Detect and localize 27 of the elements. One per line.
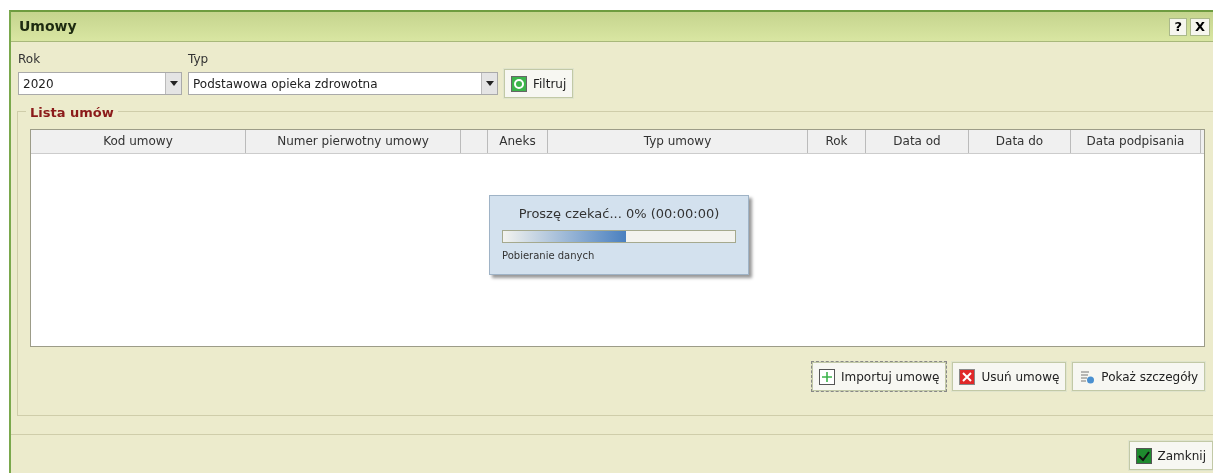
progress-caption: Pobieranie danych <box>502 248 596 263</box>
filter-button[interactable]: Filtruj <box>504 69 574 98</box>
action-button[interactable]: Importuj umowę <box>812 362 947 391</box>
close-button[interactable]: X <box>1189 17 1210 36</box>
window-title: Umowy <box>19 17 78 36</box>
column-header[interactable]: Numer pierwotny umowy <box>246 130 461 153</box>
year-label: Rok <box>18 51 42 68</box>
column-header[interactable]: Data do <box>969 130 1071 153</box>
refresh-icon <box>511 75 527 92</box>
help-button[interactable]: ? <box>1169 17 1187 36</box>
type-label: Typ <box>188 51 210 68</box>
delete-icon <box>959 368 976 385</box>
year-dropdown[interactable]: 2020 <box>18 72 182 95</box>
column-header[interactable]: Data od <box>866 130 969 153</box>
type-dropdown[interactable]: Podstawowa opieka zdrowotna <box>188 72 498 95</box>
progress-message: Proszę czekać... 0% (00:00:00) <box>517 205 721 223</box>
checkmark-icon <box>1135 447 1152 464</box>
column-header[interactable]: Aneks <box>488 130 548 153</box>
close-dialog-button[interactable]: Zamknij <box>1128 441 1213 470</box>
document-icon <box>1079 368 1096 385</box>
column-header[interactable]: Kod umowy <box>31 130 246 153</box>
column-header[interactable]: Data podpisania <box>1071 130 1201 153</box>
action-button[interactable]: Pokaż szczegóły <box>1072 362 1205 391</box>
column-header[interactable]: Rok <box>808 130 866 153</box>
plus-icon <box>819 368 835 385</box>
action-button[interactable]: Usuń umowę <box>952 362 1067 391</box>
column-header[interactable]: Typ umowy <box>548 130 808 153</box>
